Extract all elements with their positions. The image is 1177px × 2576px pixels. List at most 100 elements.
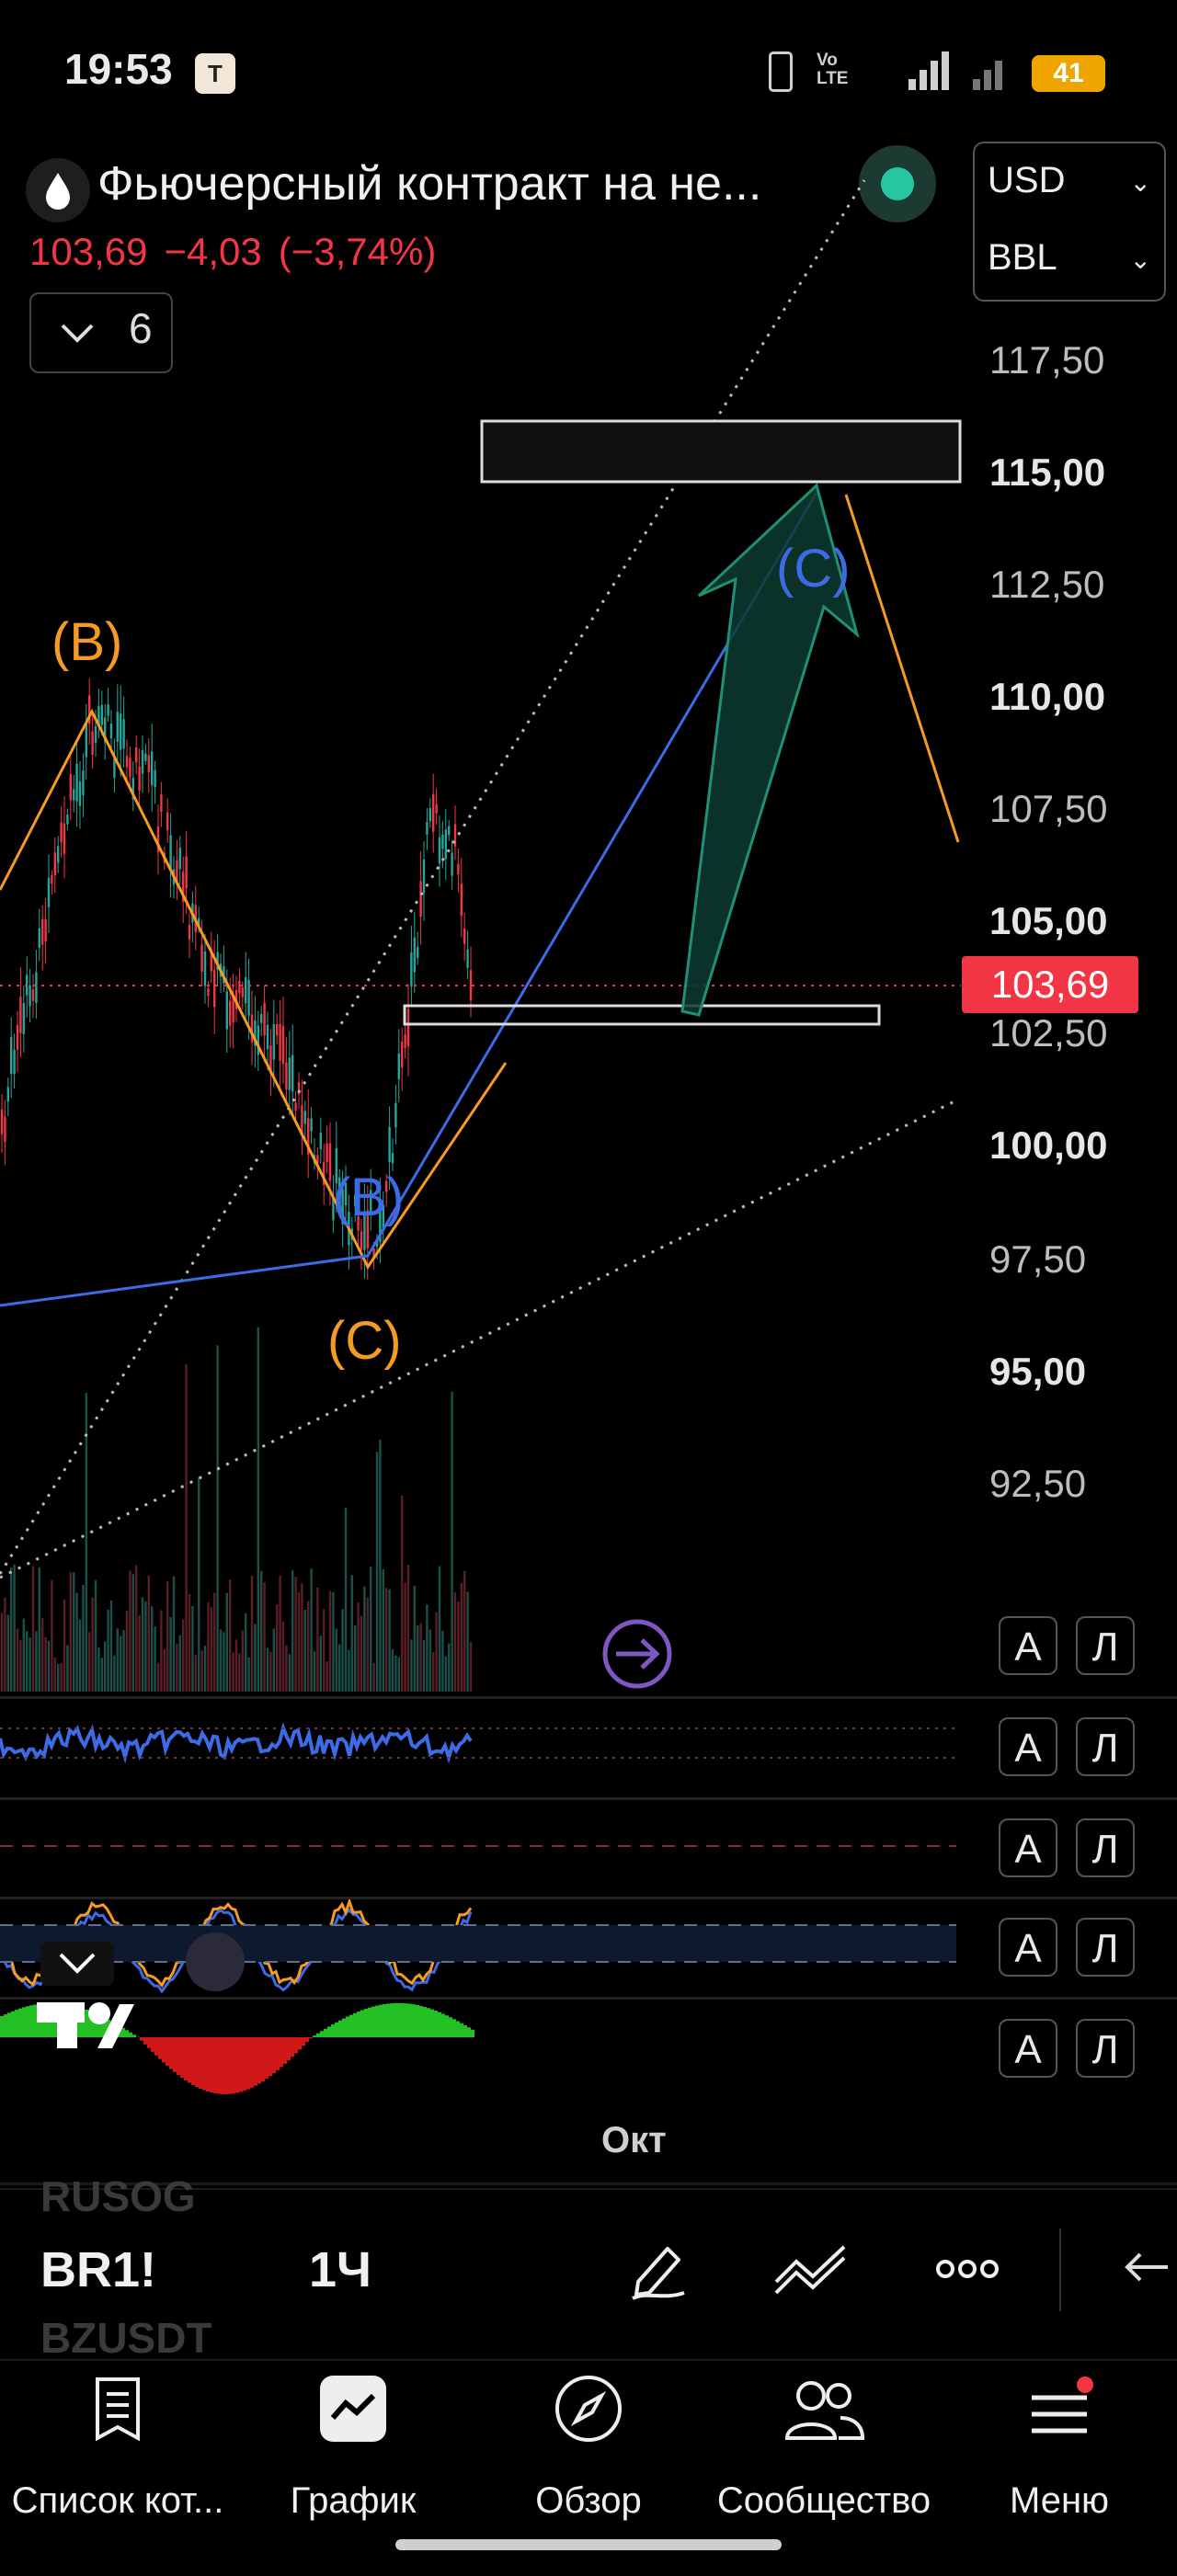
chart-icon (316, 2372, 390, 2445)
candle-body (407, 1009, 409, 1046)
histogram-bar (235, 2037, 239, 2092)
candle-body (189, 925, 190, 940)
auto-scale-button[interactable]: А (999, 2019, 1057, 2078)
histogram-bar (441, 2013, 445, 2037)
scroll-to-realtime-icon[interactable] (605, 1622, 669, 1686)
volume-bar (51, 1580, 52, 1692)
undo-icon[interactable] (1122, 2249, 1168, 2291)
stoch-band (0, 1925, 956, 1962)
pane-separator[interactable] (0, 1696, 1177, 1699)
volume-bar (260, 1571, 262, 1692)
nav-label: График (235, 2480, 471, 2522)
volume-bar (223, 1632, 224, 1692)
volume-bar (429, 1630, 431, 1692)
histogram-bar (199, 2037, 202, 2089)
candle-body (320, 1133, 322, 1149)
symbol-picker[interactable]: BR1! (40, 2241, 156, 2298)
volume-bar (129, 1571, 131, 1692)
candle-body (23, 1003, 25, 1034)
histogram-bar (416, 2005, 419, 2037)
histogram-bar (386, 2003, 390, 2037)
volume-bar (200, 1650, 202, 1692)
volume-bar (441, 1631, 443, 1692)
volume-bar (126, 1611, 128, 1692)
volume-bar (398, 1657, 400, 1692)
volume-bar (213, 1593, 215, 1692)
volume-bar (148, 1576, 150, 1692)
volume-bar (207, 1602, 209, 1692)
volume-bar (189, 1594, 190, 1692)
trend-line-tool-icon[interactable] (772, 2241, 850, 2297)
rsi-pane[interactable] (0, 1728, 471, 1758)
support-zone-box[interactable] (405, 1006, 879, 1024)
log-scale-button[interactable]: Л (1076, 2019, 1135, 2078)
candle-body (138, 767, 140, 791)
histogram-bar (423, 2007, 427, 2037)
volume-bar (132, 1574, 134, 1692)
volume-bar (242, 1631, 244, 1692)
candle-body (39, 929, 40, 948)
histogram-bar (408, 2004, 412, 2037)
histogram-bar (18, 2009, 22, 2037)
volume-bar (326, 1661, 327, 1692)
candle-body (57, 846, 59, 862)
candle-body (154, 770, 155, 788)
lower-channel-line[interactable] (0, 1100, 958, 1578)
gesture-home-bar[interactable] (395, 2539, 782, 2550)
volume-bar (82, 1585, 84, 1692)
volume-bar (461, 1583, 463, 1692)
volume-bar (417, 1625, 418, 1692)
log-scale-button[interactable]: Л (1076, 1717, 1135, 1776)
volume-bar (216, 1345, 218, 1692)
volume-bar (394, 1656, 396, 1692)
candle-body (101, 705, 103, 725)
volume-bar (254, 1624, 256, 1692)
volume-bar (383, 1569, 384, 1692)
symbol-scroll-next[interactable]: BZUSDT (40, 2313, 212, 2363)
histogram-bar (85, 2010, 88, 2037)
candle-body (91, 732, 93, 755)
symbol-scroll-prev[interactable]: RUSOG (40, 2171, 196, 2221)
candle-body (445, 829, 447, 859)
interval-picker[interactable]: 1Ч (309, 2241, 371, 2298)
volume-bar (229, 1579, 231, 1692)
histogram-bar (166, 2037, 169, 2066)
auto-scale-button[interactable]: А (999, 1918, 1057, 1977)
pane-separator[interactable] (0, 1797, 1177, 1800)
log-scale-button[interactable]: Л (1076, 1918, 1135, 1977)
auto-scale-button[interactable]: А (999, 1717, 1057, 1776)
log-scale-button[interactable]: Л (1076, 1616, 1135, 1675)
pane-collapse-button[interactable] (40, 1942, 114, 1986)
candle-body (35, 973, 37, 1003)
target-zone-box[interactable] (482, 421, 960, 482)
volume-bar (142, 1597, 143, 1692)
candle-body (10, 1037, 12, 1074)
histogram-bar (401, 2003, 405, 2037)
pane-settings-icon[interactable] (186, 1932, 245, 1991)
pane-separator[interactable] (0, 1897, 1177, 1899)
candle-body (279, 1024, 280, 1061)
auto-scale-button[interactable]: А (999, 1818, 1057, 1877)
volume-bar (185, 1364, 187, 1692)
volume-bars (1, 1328, 472, 1692)
volume-bar (414, 1586, 416, 1692)
candle-body (329, 1143, 331, 1180)
more-tools-icon[interactable] (934, 2254, 1000, 2284)
log-scale-button[interactable]: Л (1076, 1818, 1135, 1877)
pencil-icon[interactable] (625, 2236, 691, 2302)
histogram-bar (206, 2037, 210, 2092)
auto-scale-button[interactable]: А (999, 1616, 1057, 1675)
nav-label: Сообщество (706, 2480, 942, 2522)
pane-separator[interactable] (0, 1997, 1177, 2000)
wave-label-b: (B) (51, 612, 122, 672)
histogram-bar (147, 2037, 151, 2048)
histogram-bar (383, 2004, 386, 2037)
orange-projection-line[interactable] (846, 495, 958, 842)
candle-body (457, 864, 459, 875)
volume-bar (269, 1652, 271, 1692)
candle-body (82, 770, 84, 795)
candle-body (429, 808, 431, 821)
histogram-bar (29, 2005, 33, 2037)
volume-bar (66, 1646, 68, 1692)
volume-bar (336, 1629, 337, 1692)
